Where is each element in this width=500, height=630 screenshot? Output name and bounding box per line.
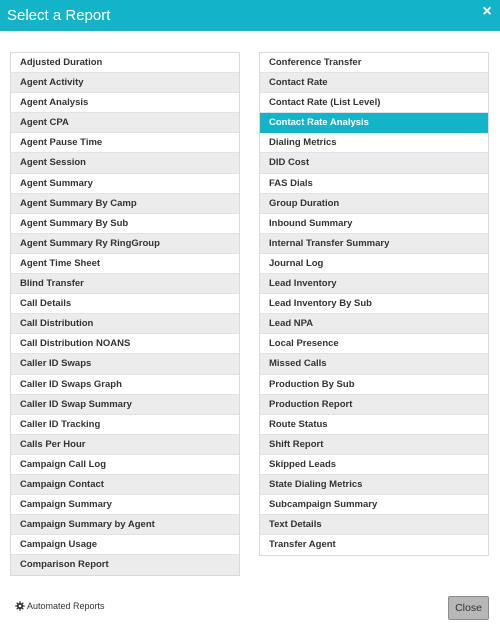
report-item-dialing-metrics[interactable]: Dialing Metrics bbox=[260, 133, 488, 154]
report-item-call-details[interactable]: Call Details bbox=[11, 294, 239, 315]
report-item-internal-transfer-summary[interactable]: Internal Transfer Summary bbox=[260, 233, 488, 254]
report-item-agent-summary-by-sub[interactable]: Agent Summary By Sub bbox=[11, 214, 239, 234]
report-item-agent-summary[interactable]: Agent Summary bbox=[11, 174, 239, 194]
report-item-agent-pause-time[interactable]: Agent Pause Time bbox=[11, 133, 239, 154]
report-item-campaign-call-log[interactable]: Campaign Call Log bbox=[11, 455, 239, 475]
report-item-did-cost[interactable]: DID Cost bbox=[260, 153, 488, 174]
report-item-campaign-summary[interactable]: Campaign Summary bbox=[11, 495, 239, 516]
report-item-local-presence[interactable]: Local Presence bbox=[260, 334, 488, 355]
report-item-agent-analysis[interactable]: Agent Analysis bbox=[11, 93, 239, 114]
close-icon[interactable]: × bbox=[480, 3, 494, 21]
modal-header: Select a Report × bbox=[0, 0, 500, 31]
report-item-agent-summary-ry-ringgroup[interactable]: Agent Summary Ry RingGroup bbox=[11, 233, 239, 254]
report-item-campaign-usage[interactable]: Campaign Usage bbox=[11, 535, 239, 556]
report-item-agent-session[interactable]: Agent Session bbox=[11, 153, 239, 174]
report-item-skipped-leads[interactable]: Skipped Leads bbox=[260, 455, 488, 475]
report-item-missed-calls[interactable]: Missed Calls bbox=[260, 354, 488, 375]
report-item-group-duration[interactable]: Group Duration bbox=[260, 193, 488, 214]
modal-title: Select a Report bbox=[7, 7, 111, 24]
report-item-contact-rate-analysis[interactable]: Contact Rate Analysis bbox=[260, 113, 488, 134]
report-item-conference-transfer[interactable]: Conference Transfer bbox=[260, 53, 488, 74]
report-item-contact-rate-list-level[interactable]: Contact Rate (List Level) bbox=[260, 93, 488, 114]
gear-icon bbox=[15, 601, 25, 611]
automated-reports-link[interactable]: Automated Reports bbox=[15, 601, 105, 611]
report-item-inbound-summary[interactable]: Inbound Summary bbox=[260, 214, 488, 234]
report-item-caller-id-swaps[interactable]: Caller ID Swaps bbox=[11, 354, 239, 375]
close-button[interactable]: Close bbox=[448, 596, 489, 620]
report-item-production-by-sub[interactable]: Production By Sub bbox=[260, 375, 488, 395]
report-item-comparison-report[interactable]: Comparison Report bbox=[11, 555, 239, 576]
report-item-lead-inventory[interactable]: Lead Inventory bbox=[260, 274, 488, 295]
automated-reports-label: Automated Reports bbox=[27, 601, 105, 611]
report-item-caller-id-swaps-graph[interactable]: Caller ID Swaps Graph bbox=[11, 375, 239, 395]
report-list-left: Adjusted Duration Agent Activity Agent Ana… bbox=[10, 52, 240, 577]
report-item-fas-dials[interactable]: FAS Dials bbox=[260, 174, 488, 194]
report-item-call-distribution-noans[interactable]: Call Distribution NOANS bbox=[11, 334, 239, 355]
report-item-lead-npa[interactable]: Lead NPA bbox=[260, 314, 488, 335]
report-item-adjusted-duration[interactable]: Adjusted Duration bbox=[11, 53, 239, 74]
report-item-contact-rate[interactable]: Contact Rate bbox=[260, 73, 488, 94]
report-item-route-status[interactable]: Route Status bbox=[260, 415, 488, 435]
report-item-state-dialing-metrics[interactable]: State Dialing Metrics bbox=[260, 474, 488, 496]
report-item-caller-id-swap-summary[interactable]: Caller ID Swap Summary bbox=[11, 394, 239, 415]
report-item-campaign-contact[interactable]: Campaign Contact bbox=[11, 474, 239, 496]
report-item-journal-log[interactable]: Journal Log bbox=[260, 254, 488, 275]
report-item-agent-summary-by-camp[interactable]: Agent Summary By Camp bbox=[11, 193, 239, 214]
report-item-subcampaign-summary[interactable]: Subcampaign Summary bbox=[260, 495, 488, 516]
report-item-lead-inventory-by-sub[interactable]: Lead Inventory By Sub bbox=[260, 294, 488, 315]
report-item-transfer-agent[interactable]: Transfer Agent bbox=[260, 535, 488, 555]
report-item-text-details[interactable]: Text Details bbox=[260, 515, 488, 536]
report-item-blind-transfer[interactable]: Blind Transfer bbox=[11, 274, 239, 295]
report-item-shift-report[interactable]: Shift Report bbox=[260, 434, 488, 455]
report-item-call-distribution[interactable]: Call Distribution bbox=[11, 314, 239, 335]
report-list-right: Conference Transfer Contact Rate Contact R… bbox=[259, 52, 489, 557]
report-item-campaign-summary-by-agent[interactable]: Campaign Summary by Agent bbox=[11, 515, 239, 536]
report-item-agent-time-sheet[interactable]: Agent Time Sheet bbox=[11, 254, 239, 275]
report-item-agent-activity[interactable]: Agent Activity bbox=[11, 73, 239, 94]
report-item-caller-id-tracking[interactable]: Caller ID Tracking bbox=[11, 415, 239, 435]
report-item-calls-per-hour[interactable]: Calls Per Hour bbox=[11, 434, 239, 455]
report-item-production-report[interactable]: Production Report bbox=[260, 394, 488, 415]
report-item-agent-cpa[interactable]: Agent CPA bbox=[11, 113, 239, 134]
